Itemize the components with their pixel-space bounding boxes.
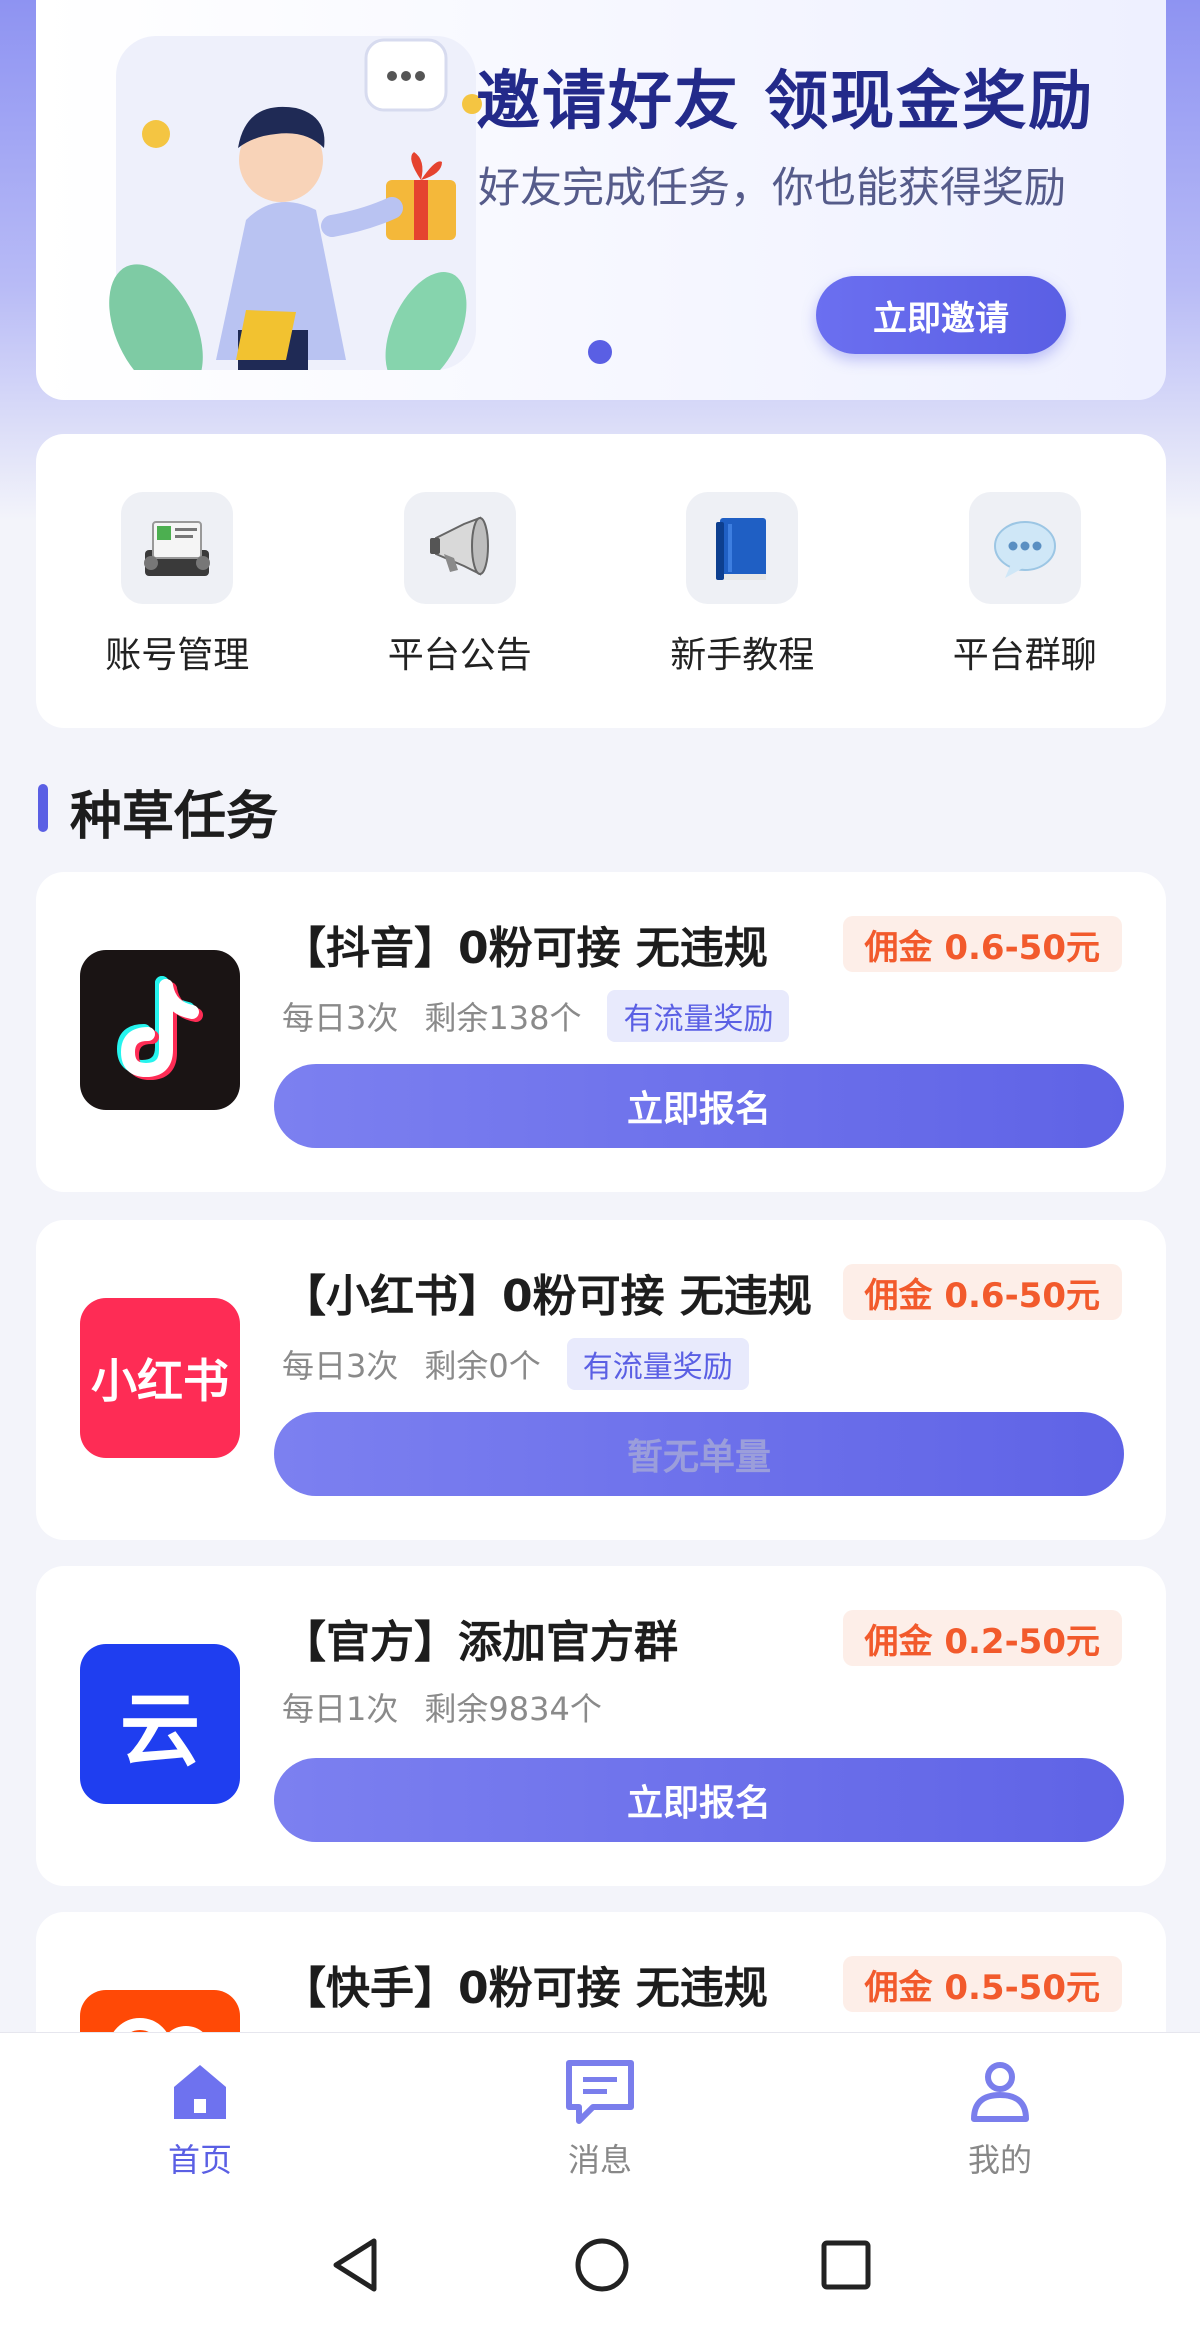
quick-item-label: 新手教程 [670, 635, 815, 676]
task-card-official[interactable]: 云 【官方】添加官方群 佣金 0.2-50元 每日1次 剩余9834个 立即报名 [36, 1566, 1166, 1886]
banner-title: 邀请好友 领现金奖励 [476, 65, 1095, 139]
signup-button[interactable]: 立即报名 [274, 1758, 1124, 1842]
commission-badge: 佣金 0.6-50元 [842, 1264, 1122, 1320]
signup-button[interactable]: 立即报名 [274, 1064, 1124, 1148]
remaining-count: 剩余0个 [424, 1347, 541, 1385]
tab-label: 我的 [967, 2141, 1032, 2179]
remaining-count: 剩余9834个 [424, 1690, 602, 1728]
section-title-bar [38, 784, 48, 832]
tab-label: 首页 [167, 2141, 232, 2179]
task-meta: 每日1次 剩余9834个 [282, 1684, 628, 1730]
quick-item-beginner-tutorial[interactable]: 新手教程 [632, 492, 852, 678]
task-meta: 每日3次 剩余138个 有流量奖励 [282, 990, 790, 1042]
task-title: 【小红书】0粉可接 无违规 [282, 1271, 812, 1322]
task-card-douyin[interactable]: 【抖音】0粉可接 无违规 佣金 0.6-50元 每日3次 剩余138个 有流量奖… [36, 872, 1166, 1192]
quick-item-platform-announcement[interactable]: 平台公告 [350, 492, 570, 678]
tab-messages[interactable]: 消息 [470, 2033, 730, 2201]
douyin-logo [80, 950, 240, 1110]
quick-item-label: 账号管理 [105, 635, 250, 676]
no-orders-button[interactable]: 暂无单量 [274, 1412, 1124, 1496]
quick-menu: 账号管理 平台公告 新手教程 平台群聊 [36, 434, 1166, 728]
task-card-xiaohongshu[interactable]: 小红书 【小红书】0粉可接 无违规 佣金 0.6-50元 每日3次 剩余0个 有… [36, 1220, 1166, 1540]
message-icon [566, 2060, 634, 2124]
daily-limit: 每日1次 [282, 1690, 399, 1728]
quick-item-account-management[interactable]: 账号管理 [67, 492, 287, 678]
user-icon [971, 2062, 1029, 2122]
home-icon [174, 2065, 226, 2119]
official-logo-text: 云 [120, 1684, 200, 1777]
android-navigation-bar [0, 2200, 1200, 2330]
home-circle-icon[interactable] [574, 2237, 630, 2293]
commission-badge: 佣金 0.2-50元 [842, 1610, 1122, 1666]
task-title: 【抖音】0粉可接 无违规 [282, 923, 768, 974]
rolodex-icon [121, 492, 234, 604]
commission-badge: 佣金 0.5-50元 [842, 1956, 1122, 2012]
megaphone-icon [403, 492, 516, 604]
remaining-count: 剩余138个 [424, 999, 582, 1037]
traffic-reward-tag: 有流量奖励 [607, 990, 790, 1042]
task-meta: 每日3次 剩余0个 有流量奖励 [282, 1338, 749, 1390]
invite-banner[interactable]: 邀请好友 领现金奖励 好友完成任务，你也能获得奖励 立即邀请 [36, 0, 1166, 400]
xiaohongshu-logo-text: 小红书 [91, 1354, 229, 1408]
tab-home[interactable]: 首页 [70, 2033, 330, 2201]
traffic-reward-tag: 有流量奖励 [566, 1338, 749, 1390]
task-title: 【官方】添加官方群 [282, 1617, 678, 1668]
carousel-indicator-dot[interactable] [588, 340, 612, 364]
official-yun-logo: 云 [80, 1644, 240, 1804]
recents-square-icon[interactable] [820, 2239, 872, 2291]
tab-label: 消息 [567, 2141, 632, 2179]
banner-illustration [109, 36, 482, 370]
back-icon[interactable] [328, 2235, 384, 2295]
chat-bubble-icon [968, 492, 1081, 604]
daily-limit: 每日3次 [282, 999, 399, 1037]
task-title: 【快手】0粉可接 无违规 [282, 1963, 768, 2014]
book-icon [686, 492, 799, 604]
banner-subtitle: 好友完成任务，你也能获得奖励 [478, 163, 1067, 212]
tab-profile[interactable]: 我的 [870, 2033, 1130, 2201]
section-title: 种草任务 [70, 787, 279, 847]
quick-item-platform-group-chat[interactable]: 平台群聊 [915, 492, 1135, 678]
commission-badge: 佣金 0.6-50元 [842, 916, 1122, 972]
bottom-tab-bar: 首页 消息 我的 [0, 2032, 1200, 2201]
daily-limit: 每日3次 [282, 1347, 399, 1385]
quick-item-label: 平台公告 [387, 635, 532, 676]
quick-item-label: 平台群聊 [952, 635, 1097, 676]
xiaohongshu-logo: 小红书 [80, 1298, 240, 1458]
invite-now-button[interactable]: 立即邀请 [816, 276, 1066, 354]
